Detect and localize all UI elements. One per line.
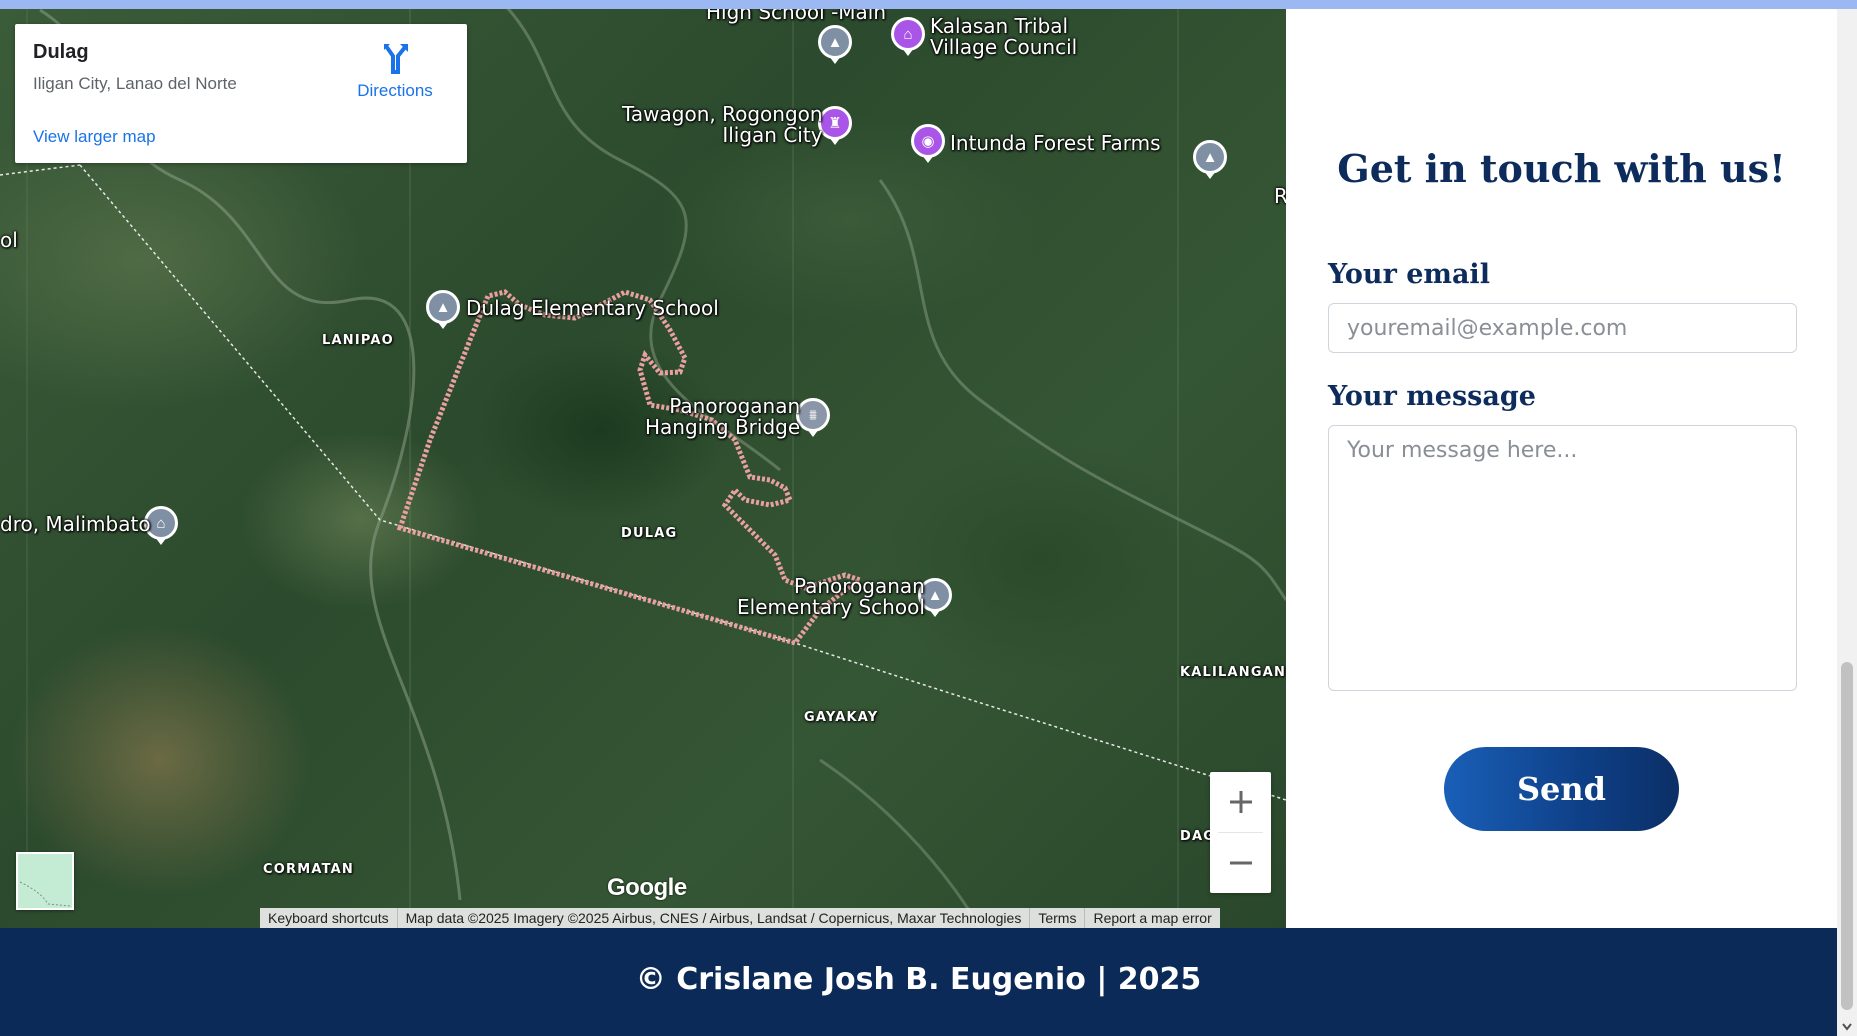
map-data-credit: Map data ©2025 Imagery ©2025 Airbus, CNE… [398,908,1031,928]
google-logo: Google [607,874,687,901]
landmark-icon[interactable]: ♜ [818,106,852,140]
map-thumbnail-icon [19,881,71,907]
zoom-in-button[interactable] [1210,772,1271,832]
report-map-error-link[interactable]: Report a map error [1085,908,1219,928]
scroll-down-arrow[interactable] [1837,1018,1857,1036]
page-scrollbar[interactable] [1837,0,1857,1036]
contact-form-panel: Get in touch with us! Your email Your me… [1286,9,1837,928]
email-label: Your email [1328,259,1490,290]
message-label: Your message [1328,381,1536,412]
email-field[interactable] [1328,303,1797,353]
school-icon[interactable]: ▲ [818,25,852,59]
region-label-lanipao: LANIPAO [322,333,394,348]
government-icon[interactable]: ⌂ [891,17,925,51]
message-field[interactable] [1328,425,1797,691]
place-label-kalasan[interactable]: Kalasan Tribal Village Council [930,16,1077,58]
region-label-dulag: DULAG [621,526,678,541]
footer-copyright: © Crislane Josh B. Eugenio | 2025 [635,962,1202,997]
view-larger-map-link[interactable]: View larger map [33,127,156,147]
plus-icon [1229,791,1252,813]
school-icon[interactable]: ▲ [426,290,460,324]
school-icon[interactable]: ▲ [1193,140,1227,174]
place-label-malimbato[interactable]: dro, Malimbato [0,514,151,535]
zoom-control [1210,772,1271,893]
send-button[interactable]: Send [1444,747,1679,831]
map-type-toggle[interactable] [16,852,74,910]
minus-icon [1229,861,1252,865]
place-info-card: Dulag Iligan City, Lanao del Norte View … [15,24,467,163]
place-address: Iligan City, Lanao del Norte [33,74,237,93]
region-label-kalilangan: KALILANGAN [1180,665,1286,680]
zoom-out-button[interactable] [1210,833,1271,893]
bridge-icon[interactable]: ⩩ [796,398,830,432]
directions-label: Directions [357,81,433,100]
keyboard-shortcuts-link[interactable]: Keyboard shortcuts [260,908,398,928]
region-label-gayakay: GAYAKAY [804,710,879,725]
region-label-cormatan: CORMATAN [263,862,354,877]
directions-button[interactable]: Directions [350,42,440,101]
map-embed[interactable]: ▲ ⌂ ♜ ◉ ▲ ▲ ⩩ ⌂ ▲ High School -Main Kala… [0,0,1286,928]
place-label-hanging-bridge[interactable]: Panoroganan Hanging Bridge [645,396,800,438]
place-label-partial-right: R [1274,184,1286,208]
directions-icon [384,44,408,74]
chevron-down-icon [1842,1023,1852,1031]
place-label-intunda[interactable]: Intunda Forest Farms [950,133,1161,154]
place-label-tawagon[interactable]: Tawagon, Rogongon Iligan City [622,104,823,146]
contact-heading: Get in touch with us! [1337,146,1786,191]
page-footer: © Crislane Josh B. Eugenio | 2025 [0,928,1837,1036]
place-label-dulag-elementary[interactable]: Dulag Elementary School [466,298,719,319]
place-title: Dulag [33,41,89,63]
place-label-partial-left: ol [0,228,18,252]
camera-icon[interactable]: ◉ [911,124,945,158]
map-attribution-bar: Keyboard shortcuts Map data ©2025 Imager… [260,908,1220,928]
terms-link[interactable]: Terms [1030,908,1086,928]
scrollbar-thumb[interactable] [1841,662,1853,1010]
place-label-panoroganan-elementary[interactable]: Panoroganan Elementary School [737,576,925,618]
top-accent-bar [0,0,1857,9]
